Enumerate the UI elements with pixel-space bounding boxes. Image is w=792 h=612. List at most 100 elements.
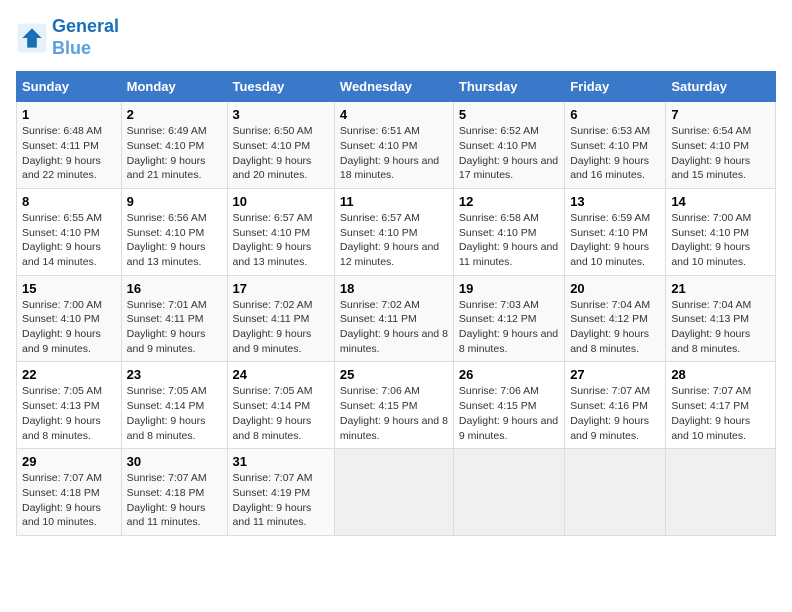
day-number: 27 [570,367,660,382]
day-info: Sunrise: 6:57 AM Sunset: 4:10 PM Dayligh… [340,211,448,270]
calendar-cell: 12 Sunrise: 6:58 AM Sunset: 4:10 PM Dayl… [453,188,564,275]
calendar-week-row: 8 Sunrise: 6:55 AM Sunset: 4:10 PM Dayli… [17,188,776,275]
day-number: 9 [127,194,222,209]
day-number: 13 [570,194,660,209]
day-info: Sunrise: 6:57 AM Sunset: 4:10 PM Dayligh… [233,211,329,270]
day-info: Sunrise: 7:06 AM Sunset: 4:15 PM Dayligh… [459,384,559,443]
day-number: 22 [22,367,116,382]
day-number: 6 [570,107,660,122]
calendar-cell: 28 Sunrise: 7:07 AM Sunset: 4:17 PM Dayl… [666,362,776,449]
calendar-week-row: 1 Sunrise: 6:48 AM Sunset: 4:11 PM Dayli… [17,102,776,189]
day-number: 4 [340,107,448,122]
day-info: Sunrise: 7:07 AM Sunset: 4:18 PM Dayligh… [22,471,116,530]
logo: General Blue [16,16,119,59]
day-number: 11 [340,194,448,209]
day-number: 1 [22,107,116,122]
day-number: 15 [22,281,116,296]
calendar-week-row: 29 Sunrise: 7:07 AM Sunset: 4:18 PM Dayl… [17,449,776,536]
day-info: Sunrise: 6:51 AM Sunset: 4:10 PM Dayligh… [340,124,448,183]
calendar-cell: 13 Sunrise: 6:59 AM Sunset: 4:10 PM Dayl… [565,188,666,275]
day-number: 26 [459,367,559,382]
calendar-cell: 27 Sunrise: 7:07 AM Sunset: 4:16 PM Dayl… [565,362,666,449]
day-header: Tuesday [227,72,334,102]
day-number: 29 [22,454,116,469]
day-number: 12 [459,194,559,209]
day-info: Sunrise: 7:02 AM Sunset: 4:11 PM Dayligh… [233,298,329,357]
day-info: Sunrise: 7:07 AM Sunset: 4:18 PM Dayligh… [127,471,222,530]
day-info: Sunrise: 7:04 AM Sunset: 4:13 PM Dayligh… [671,298,770,357]
calendar-cell [334,449,453,536]
day-number: 5 [459,107,559,122]
day-info: Sunrise: 7:07 AM Sunset: 4:19 PM Dayligh… [233,471,329,530]
calendar-cell: 4 Sunrise: 6:51 AM Sunset: 4:10 PM Dayli… [334,102,453,189]
calendar-week-row: 15 Sunrise: 7:00 AM Sunset: 4:10 PM Dayl… [17,275,776,362]
calendar-cell: 29 Sunrise: 7:07 AM Sunset: 4:18 PM Dayl… [17,449,122,536]
day-number: 8 [22,194,116,209]
calendar-cell: 1 Sunrise: 6:48 AM Sunset: 4:11 PM Dayli… [17,102,122,189]
calendar-cell: 20 Sunrise: 7:04 AM Sunset: 4:12 PM Dayl… [565,275,666,362]
calendar-cell: 18 Sunrise: 7:02 AM Sunset: 4:11 PM Dayl… [334,275,453,362]
calendar-cell: 5 Sunrise: 6:52 AM Sunset: 4:10 PM Dayli… [453,102,564,189]
calendar-cell: 23 Sunrise: 7:05 AM Sunset: 4:14 PM Dayl… [121,362,227,449]
day-number: 25 [340,367,448,382]
day-info: Sunrise: 7:04 AM Sunset: 4:12 PM Dayligh… [570,298,660,357]
day-number: 19 [459,281,559,296]
calendar-cell: 21 Sunrise: 7:04 AM Sunset: 4:13 PM Dayl… [666,275,776,362]
calendar-cell: 16 Sunrise: 7:01 AM Sunset: 4:11 PM Dayl… [121,275,227,362]
day-info: Sunrise: 7:06 AM Sunset: 4:15 PM Dayligh… [340,384,448,443]
calendar-header-row: SundayMondayTuesdayWednesdayThursdayFrid… [17,72,776,102]
calendar-week-row: 22 Sunrise: 7:05 AM Sunset: 4:13 PM Dayl… [17,362,776,449]
calendar-cell: 19 Sunrise: 7:03 AM Sunset: 4:12 PM Dayl… [453,275,564,362]
day-number: 14 [671,194,770,209]
calendar-cell: 6 Sunrise: 6:53 AM Sunset: 4:10 PM Dayli… [565,102,666,189]
calendar-cell: 2 Sunrise: 6:49 AM Sunset: 4:10 PM Dayli… [121,102,227,189]
day-info: Sunrise: 7:03 AM Sunset: 4:12 PM Dayligh… [459,298,559,357]
day-info: Sunrise: 6:59 AM Sunset: 4:10 PM Dayligh… [570,211,660,270]
calendar-cell: 25 Sunrise: 7:06 AM Sunset: 4:15 PM Dayl… [334,362,453,449]
day-info: Sunrise: 7:00 AM Sunset: 4:10 PM Dayligh… [671,211,770,270]
calendar-cell: 30 Sunrise: 7:07 AM Sunset: 4:18 PM Dayl… [121,449,227,536]
day-number: 21 [671,281,770,296]
calendar-cell: 15 Sunrise: 7:00 AM Sunset: 4:10 PM Dayl… [17,275,122,362]
day-info: Sunrise: 6:53 AM Sunset: 4:10 PM Dayligh… [570,124,660,183]
day-info: Sunrise: 6:58 AM Sunset: 4:10 PM Dayligh… [459,211,559,270]
calendar-cell: 31 Sunrise: 7:07 AM Sunset: 4:19 PM Dayl… [227,449,334,536]
day-number: 31 [233,454,329,469]
calendar-table: SundayMondayTuesdayWednesdayThursdayFrid… [16,71,776,536]
page-header: General Blue [16,16,776,59]
day-info: Sunrise: 6:49 AM Sunset: 4:10 PM Dayligh… [127,124,222,183]
calendar-cell: 11 Sunrise: 6:57 AM Sunset: 4:10 PM Dayl… [334,188,453,275]
day-info: Sunrise: 7:05 AM Sunset: 4:14 PM Dayligh… [233,384,329,443]
day-number: 24 [233,367,329,382]
logo-icon [16,22,48,54]
day-number: 7 [671,107,770,122]
day-number: 30 [127,454,222,469]
day-info: Sunrise: 6:54 AM Sunset: 4:10 PM Dayligh… [671,124,770,183]
day-header: Wednesday [334,72,453,102]
day-info: Sunrise: 6:50 AM Sunset: 4:10 PM Dayligh… [233,124,329,183]
day-number: 28 [671,367,770,382]
day-header: Sunday [17,72,122,102]
calendar-cell: 14 Sunrise: 7:00 AM Sunset: 4:10 PM Dayl… [666,188,776,275]
calendar-cell: 10 Sunrise: 6:57 AM Sunset: 4:10 PM Dayl… [227,188,334,275]
day-header: Friday [565,72,666,102]
calendar-cell: 22 Sunrise: 7:05 AM Sunset: 4:13 PM Dayl… [17,362,122,449]
day-info: Sunrise: 7:07 AM Sunset: 4:17 PM Dayligh… [671,384,770,443]
day-header: Monday [121,72,227,102]
logo-text: General Blue [52,16,119,59]
day-number: 18 [340,281,448,296]
day-info: Sunrise: 7:05 AM Sunset: 4:13 PM Dayligh… [22,384,116,443]
day-number: 16 [127,281,222,296]
day-header: Saturday [666,72,776,102]
day-info: Sunrise: 7:02 AM Sunset: 4:11 PM Dayligh… [340,298,448,357]
calendar-cell: 3 Sunrise: 6:50 AM Sunset: 4:10 PM Dayli… [227,102,334,189]
calendar-cell: 8 Sunrise: 6:55 AM Sunset: 4:10 PM Dayli… [17,188,122,275]
calendar-cell: 7 Sunrise: 6:54 AM Sunset: 4:10 PM Dayli… [666,102,776,189]
day-info: Sunrise: 6:56 AM Sunset: 4:10 PM Dayligh… [127,211,222,270]
day-number: 20 [570,281,660,296]
day-number: 17 [233,281,329,296]
day-info: Sunrise: 6:55 AM Sunset: 4:10 PM Dayligh… [22,211,116,270]
calendar-cell: 9 Sunrise: 6:56 AM Sunset: 4:10 PM Dayli… [121,188,227,275]
day-info: Sunrise: 7:00 AM Sunset: 4:10 PM Dayligh… [22,298,116,357]
calendar-cell [565,449,666,536]
